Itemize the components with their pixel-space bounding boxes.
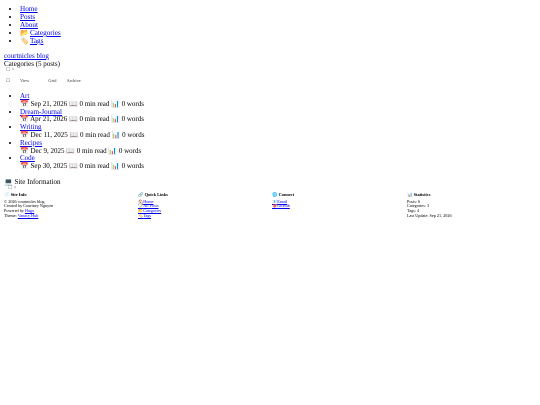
read-time: 0 min read	[79, 162, 110, 171]
word-count: 0 words	[118, 146, 142, 155]
stat-last-update: Last Update: Sep 21, 2026	[407, 212, 452, 218]
document-icon: 📄	[4, 192, 10, 197]
calendar-icon: 📅	[20, 162, 29, 171]
nav-item-categories: 📂Categories	[20, 29, 61, 37]
footer-col-quick-links: 🔗 Quick Links 🏠Home 📝All Posts 📂Categori…	[138, 192, 258, 219]
word-count: 0 words	[121, 115, 144, 124]
footer-heading-site-info: 📄 Site Info	[4, 192, 124, 198]
footer-heading-quick-links: 🔗 Quick Links	[138, 192, 258, 198]
post-date: Apr 21, 2026	[30, 115, 68, 124]
footer-col-statistics: 📊 Statistics Posts: 6 Categories: 3 Tags…	[407, 192, 527, 219]
grid-button[interactable]: Grid	[48, 78, 56, 83]
calendar-icon: 📅	[20, 99, 29, 108]
book-icon: 📖	[68, 99, 78, 108]
view-label: View	[20, 78, 30, 83]
footer-col-connect: 🌐 Connect 📧Email 🐙GitHub	[272, 192, 392, 209]
chart-icon: 📊	[108, 146, 118, 155]
footer-heading-label: Site Info	[10, 192, 27, 197]
post-date: Sep 30, 2025	[30, 162, 68, 171]
nav-link-tags[interactable]: Tags	[30, 37, 43, 45]
nav-item-about: About	[20, 21, 61, 29]
checkbox-icon[interactable]: ☐	[8, 186, 12, 191]
read-time: 0 min read	[79, 99, 110, 108]
close-icon[interactable]: ×	[12, 68, 15, 73]
book-icon: 📖	[69, 130, 79, 139]
post-date: Dec 11, 2025	[30, 130, 68, 139]
nav-item-tags: 🏷️Tags	[20, 37, 61, 45]
theme-line: Theme: Vanacy Hub	[4, 212, 124, 219]
nav-link-categories[interactable]: Categories	[30, 29, 61, 37]
view-toolbar: ☐ View Grid Archive	[6, 78, 90, 83]
post-meta: 📅 Dec 9, 2025 📖 0 min read 📊 0 words	[20, 146, 144, 156]
chart-icon: 📊	[111, 162, 120, 171]
footer-col-site-info: 📄 Site Info © 2026 courtnicles blog Crea…	[4, 192, 124, 219]
view-button[interactable]: ☐ View	[6, 78, 38, 83]
read-time: 0 min read	[76, 146, 107, 155]
header-controls: ☐ ×	[6, 68, 15, 74]
site-info-controls: ☐ ×	[8, 186, 17, 192]
list-item: Recipes 📅 Dec 9, 2025 📖 0 min read 📊 0 w…	[20, 139, 144, 156]
footer-link-label: Tags	[143, 212, 152, 218]
folder-icon: 📂	[20, 29, 29, 37]
footer-heading-label: Quick Links	[144, 192, 168, 197]
footer-heading-statistics: 📊 Statistics	[407, 192, 527, 198]
nav-item-home: Home	[20, 5, 61, 13]
globe-icon: 🌐	[272, 192, 278, 197]
footer-heading-label: Statistics	[413, 192, 431, 197]
checkbox-icon[interactable]: ☐	[6, 68, 10, 73]
site-info-heading: 💻 Site Information	[4, 178, 61, 186]
nav-link-home[interactable]: Home	[20, 5, 38, 13]
post-list: Art 📅 Sep 21, 2026 📖 0 min read 📊 0 word…	[6, 92, 145, 171]
nav-link-about[interactable]: About	[20, 21, 38, 29]
read-time: 0 min read	[79, 130, 110, 139]
footer-heading-label: Connect	[278, 192, 295, 197]
word-count: 0 words	[121, 162, 144, 171]
blog-title-link[interactable]: courtnicles blog	[4, 52, 49, 60]
book-icon: 📖	[68, 115, 78, 124]
theme-link[interactable]: Vanacy Hub	[18, 213, 39, 218]
post-link-writing[interactable]: Writing	[20, 123, 42, 131]
book-icon: 📖	[68, 162, 78, 171]
footer-link-github[interactable]: 🐙GitHub	[272, 204, 392, 209]
calendar-icon: 📅	[20, 115, 29, 124]
post-link-art[interactable]: Art	[20, 92, 29, 100]
calendar-icon: 📅	[20, 146, 29, 155]
footer-link-tags[interactable]: 🏷️Tags	[138, 212, 258, 219]
word-count: 0 words	[121, 99, 144, 108]
archive-button[interactable]: Archive	[67, 78, 81, 83]
chart-icon: 📊	[111, 115, 120, 124]
chart-icon: 📊	[407, 192, 413, 197]
post-link-recipes[interactable]: Recipes	[20, 139, 42, 147]
post-date: Sep 21, 2026	[30, 99, 68, 108]
read-time: 0 min read	[79, 115, 110, 124]
chart-icon: 📊	[111, 130, 121, 139]
link-icon: 🔗	[138, 192, 144, 197]
laptop-icon: 💻	[4, 178, 13, 186]
footer-heading-connect: 🌐 Connect	[272, 192, 392, 198]
list-item: Writing 📅 Dec 11, 2025 📖 0 min read 📊 0 …	[20, 123, 145, 140]
chart-icon: 📊	[111, 99, 120, 108]
close-icon[interactable]: ×	[14, 186, 17, 191]
word-count: 0 words	[122, 130, 145, 139]
checkbox-icon: ☐	[6, 78, 10, 83]
list-item: Code 📅 Sep 30, 2025 📖 0 min read 📊 0 wor…	[20, 154, 144, 171]
list-item: Art 📅 Sep 21, 2026 📖 0 min read 📊 0 word…	[20, 92, 144, 109]
page-title: Categories (5 posts)	[4, 60, 60, 68]
book-icon: 📖	[66, 146, 75, 155]
post-meta: 📅 Sep 30, 2025 📖 0 min read 📊 0 words	[20, 162, 144, 171]
tag-icon: 🏷️	[20, 37, 29, 45]
main-nav: Home Posts About 📂Categories 🏷️Tags	[6, 5, 61, 45]
nav-item-posts: Posts	[20, 13, 61, 21]
post-date: Dec 9, 2025	[30, 146, 65, 155]
footer-link-label: GitHub	[277, 203, 290, 209]
nav-link-posts[interactable]: Posts	[20, 13, 35, 21]
theme-label: Theme:	[4, 212, 17, 218]
site-info-title: Site Information	[14, 178, 61, 186]
list-item: Dream-Journal 📅 Apr 21, 2026 📖 0 min rea…	[20, 108, 144, 125]
calendar-icon: 📅	[20, 130, 29, 139]
